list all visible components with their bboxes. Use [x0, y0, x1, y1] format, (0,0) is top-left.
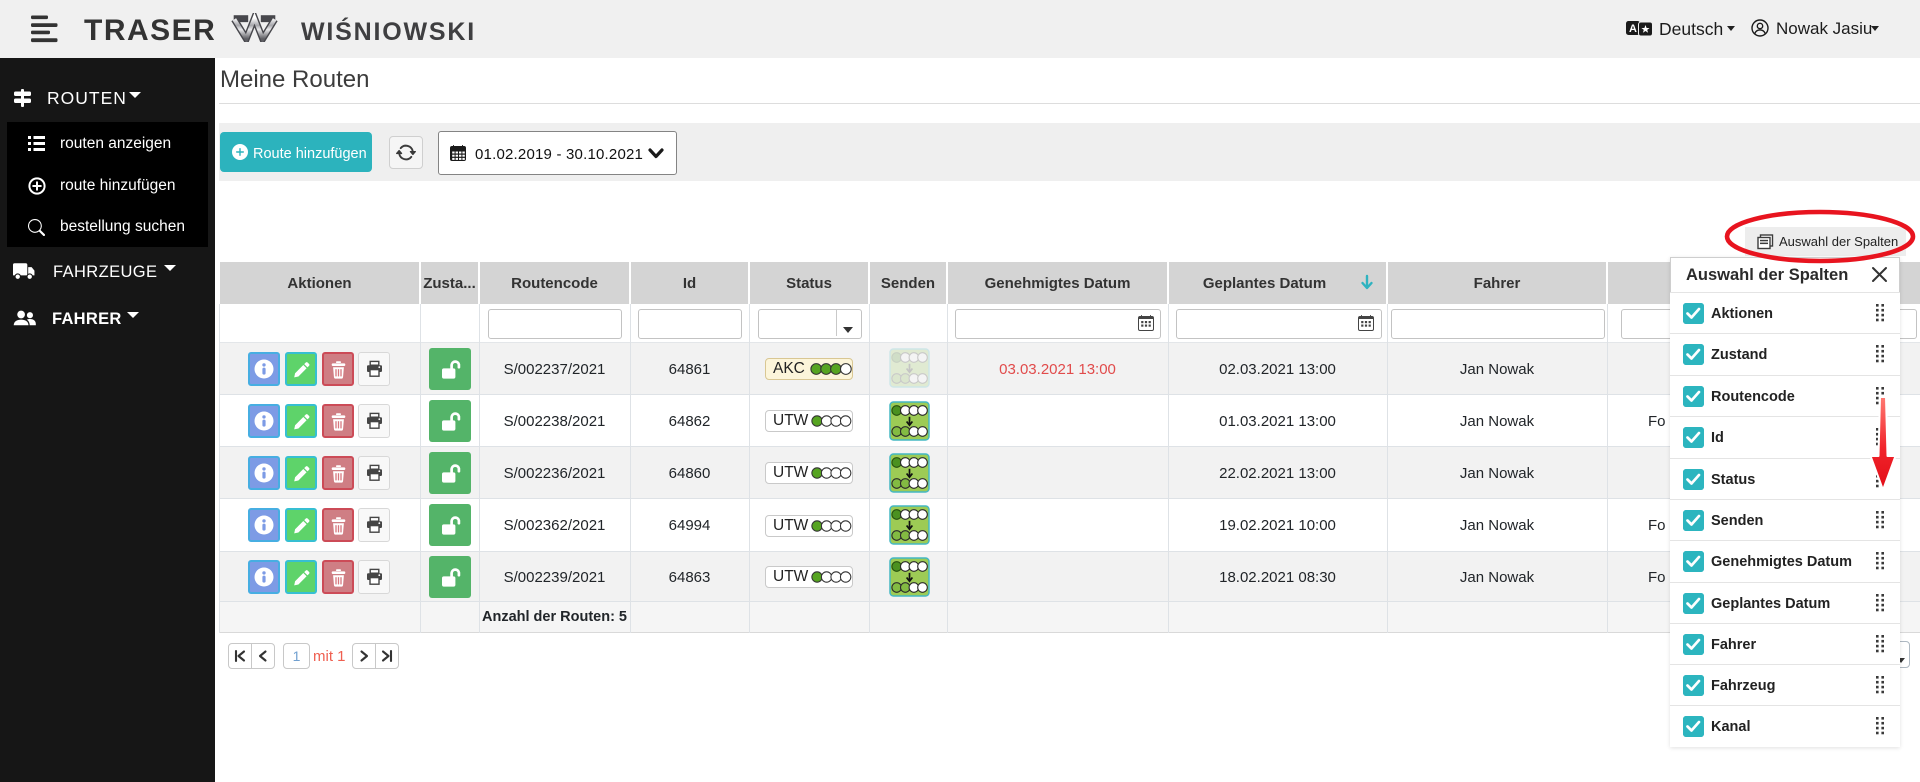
svg-text:A: A: [1629, 23, 1637, 35]
